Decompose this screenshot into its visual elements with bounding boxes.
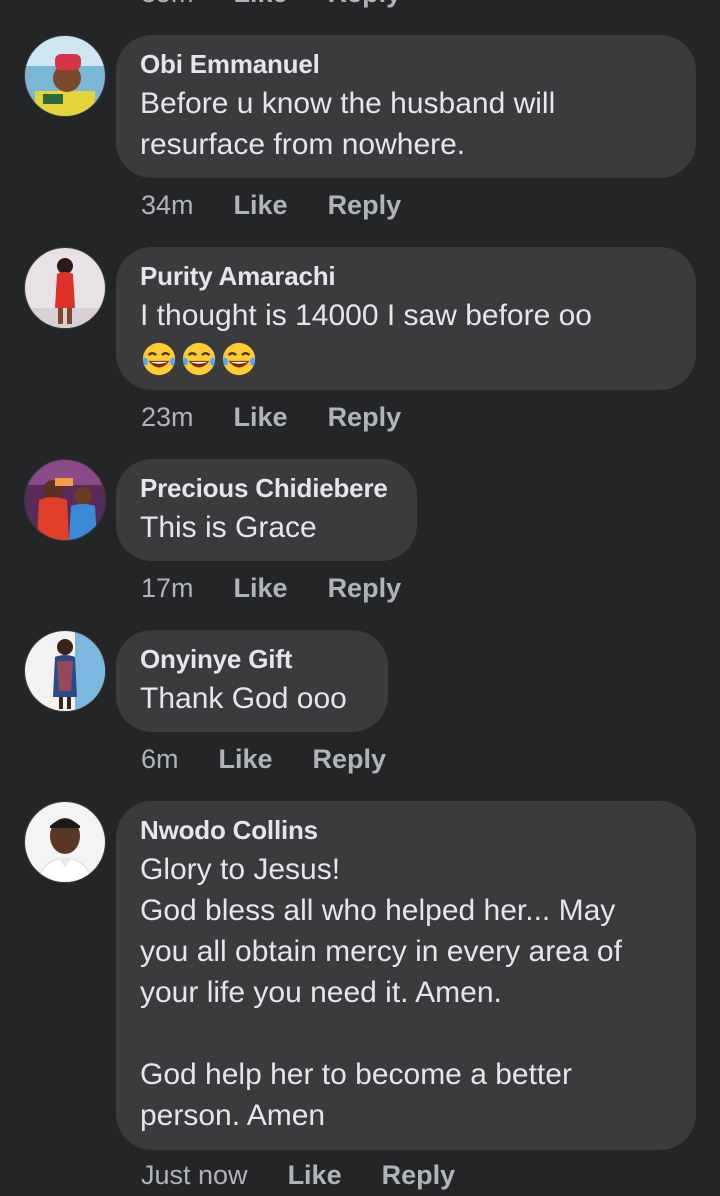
- comment-bubble[interactable]: Purity Amarachi I thought is 14000 I saw…: [116, 247, 696, 390]
- comment-bubble[interactable]: Obi Emmanuel Before u know the husband w…: [116, 35, 696, 178]
- comment-actions: Just now Like Reply: [141, 1160, 495, 1191]
- comment-actions: 6m Like Reply: [141, 744, 426, 775]
- comment-author[interactable]: Onyinye Gift: [140, 644, 364, 674]
- avatar[interactable]: [24, 459, 106, 541]
- comment-text: I thought is 14000 I saw before oo: [140, 299, 592, 332]
- previous-comment-actions: 35m Like Reply: [141, 0, 401, 9]
- like-button[interactable]: Like: [234, 402, 288, 433]
- comment-text: This is Grace: [140, 511, 317, 544]
- comment-author[interactable]: Purity Amarachi: [140, 261, 672, 291]
- reply-button[interactable]: Reply: [328, 402, 402, 433]
- comment-bubble[interactable]: Onyinye Gift Thank God ooo: [116, 630, 388, 732]
- like-button[interactable]: Like: [288, 1160, 342, 1191]
- comment-text: Before u know the husband will resurface…: [140, 87, 556, 161]
- comment-author[interactable]: Obi Emmanuel: [140, 49, 672, 79]
- avatar[interactable]: [24, 35, 106, 117]
- comment-time: 34m: [141, 190, 194, 220]
- comment-actions: 23m Like Reply: [141, 402, 441, 433]
- comment-time: 23m: [141, 402, 194, 432]
- like-button[interactable]: Like: [234, 0, 288, 9]
- comment-actions: 17m Like Reply: [141, 573, 441, 604]
- comment-time: 17m: [141, 573, 194, 603]
- comment-time: 6m: [141, 744, 179, 774]
- comment-author[interactable]: Nwodo Collins: [140, 815, 672, 845]
- like-button[interactable]: Like: [234, 190, 288, 221]
- comment-text: Thank God ooo: [140, 682, 347, 715]
- emoji-row: [140, 340, 672, 378]
- reply-button[interactable]: Reply: [328, 0, 402, 9]
- face-with-tears-of-joy-icon: [142, 342, 176, 376]
- comment-bubble[interactable]: Nwodo Collins Glory to Jesus! God bless …: [116, 801, 696, 1150]
- comment-time: 35m: [141, 0, 194, 9]
- face-with-tears-of-joy-icon: [182, 342, 216, 376]
- avatar[interactable]: [24, 801, 106, 883]
- like-button[interactable]: Like: [234, 573, 288, 604]
- reply-button[interactable]: Reply: [382, 1160, 456, 1191]
- reply-button[interactable]: Reply: [313, 744, 387, 775]
- comment-time: Just now: [141, 1160, 248, 1190]
- like-button[interactable]: Like: [219, 744, 273, 775]
- comment-bubble[interactable]: Precious Chidiebere This is Grace: [116, 459, 417, 561]
- avatar[interactable]: [24, 247, 106, 329]
- face-with-tears-of-joy-icon: [222, 342, 256, 376]
- comment-author[interactable]: Precious Chidiebere: [140, 473, 393, 503]
- avatar[interactable]: [24, 630, 106, 712]
- comment-text: Glory to Jesus! God bless all who helped…: [140, 853, 622, 1132]
- comment-actions: 34m Like Reply: [141, 190, 441, 221]
- reply-button[interactable]: Reply: [328, 573, 402, 604]
- reply-button[interactable]: Reply: [328, 190, 402, 221]
